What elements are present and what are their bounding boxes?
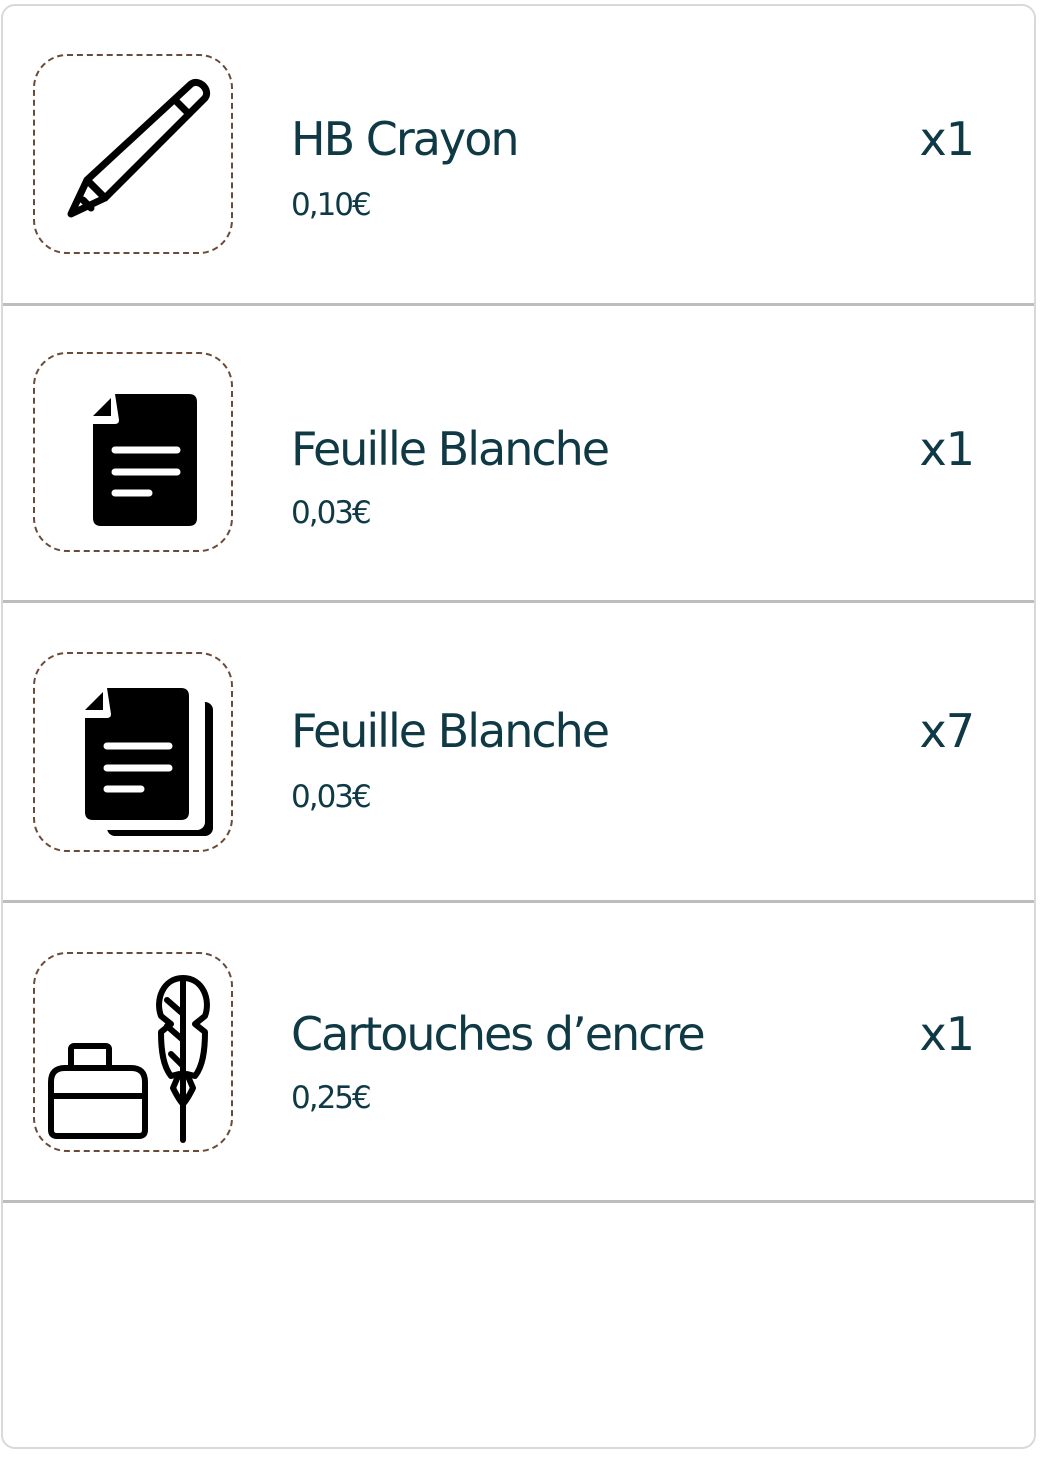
- item-quantity: x1: [919, 112, 975, 166]
- list-item[interactable]: Cartouches d’encre 0,25€ x1: [3, 903, 1034, 1200]
- empty-list-area: [3, 1203, 1034, 1447]
- list-item[interactable]: Feuille Blanche 0,03€ x1: [3, 306, 1034, 600]
- item-price: 0,03€: [291, 495, 372, 531]
- item-name: HB Crayon: [291, 112, 520, 166]
- item-price: 0,10€: [291, 187, 372, 223]
- ink-and-quill-icon: [48, 975, 210, 1143]
- item-icon-frame: [33, 652, 233, 852]
- pencil-icon: [67, 79, 210, 218]
- item-price: 0,25€: [291, 1080, 372, 1116]
- documents-stack-icon: [85, 688, 213, 836]
- item-name: Cartouches d’encre: [291, 1007, 706, 1061]
- inventory-list: HB Crayon 0,10€ x1 Feuille Blanche 0,03€…: [1, 4, 1036, 1449]
- item-name: Feuille Blanche: [291, 704, 610, 758]
- item-quantity: x7: [919, 704, 975, 758]
- item-price: 0,03€: [291, 779, 372, 815]
- document-icon: [93, 394, 197, 526]
- item-name: Feuille Blanche: [291, 422, 610, 476]
- item-icon-frame: [33, 952, 233, 1152]
- item-quantity: x1: [919, 422, 975, 476]
- item-icon-frame: [33, 54, 233, 254]
- list-item[interactable]: HB Crayon 0,10€ x1: [3, 6, 1034, 303]
- item-icon-frame: [33, 352, 233, 552]
- list-item[interactable]: Feuille Blanche 0,03€ x7: [3, 603, 1034, 900]
- item-quantity: x1: [919, 1007, 975, 1061]
